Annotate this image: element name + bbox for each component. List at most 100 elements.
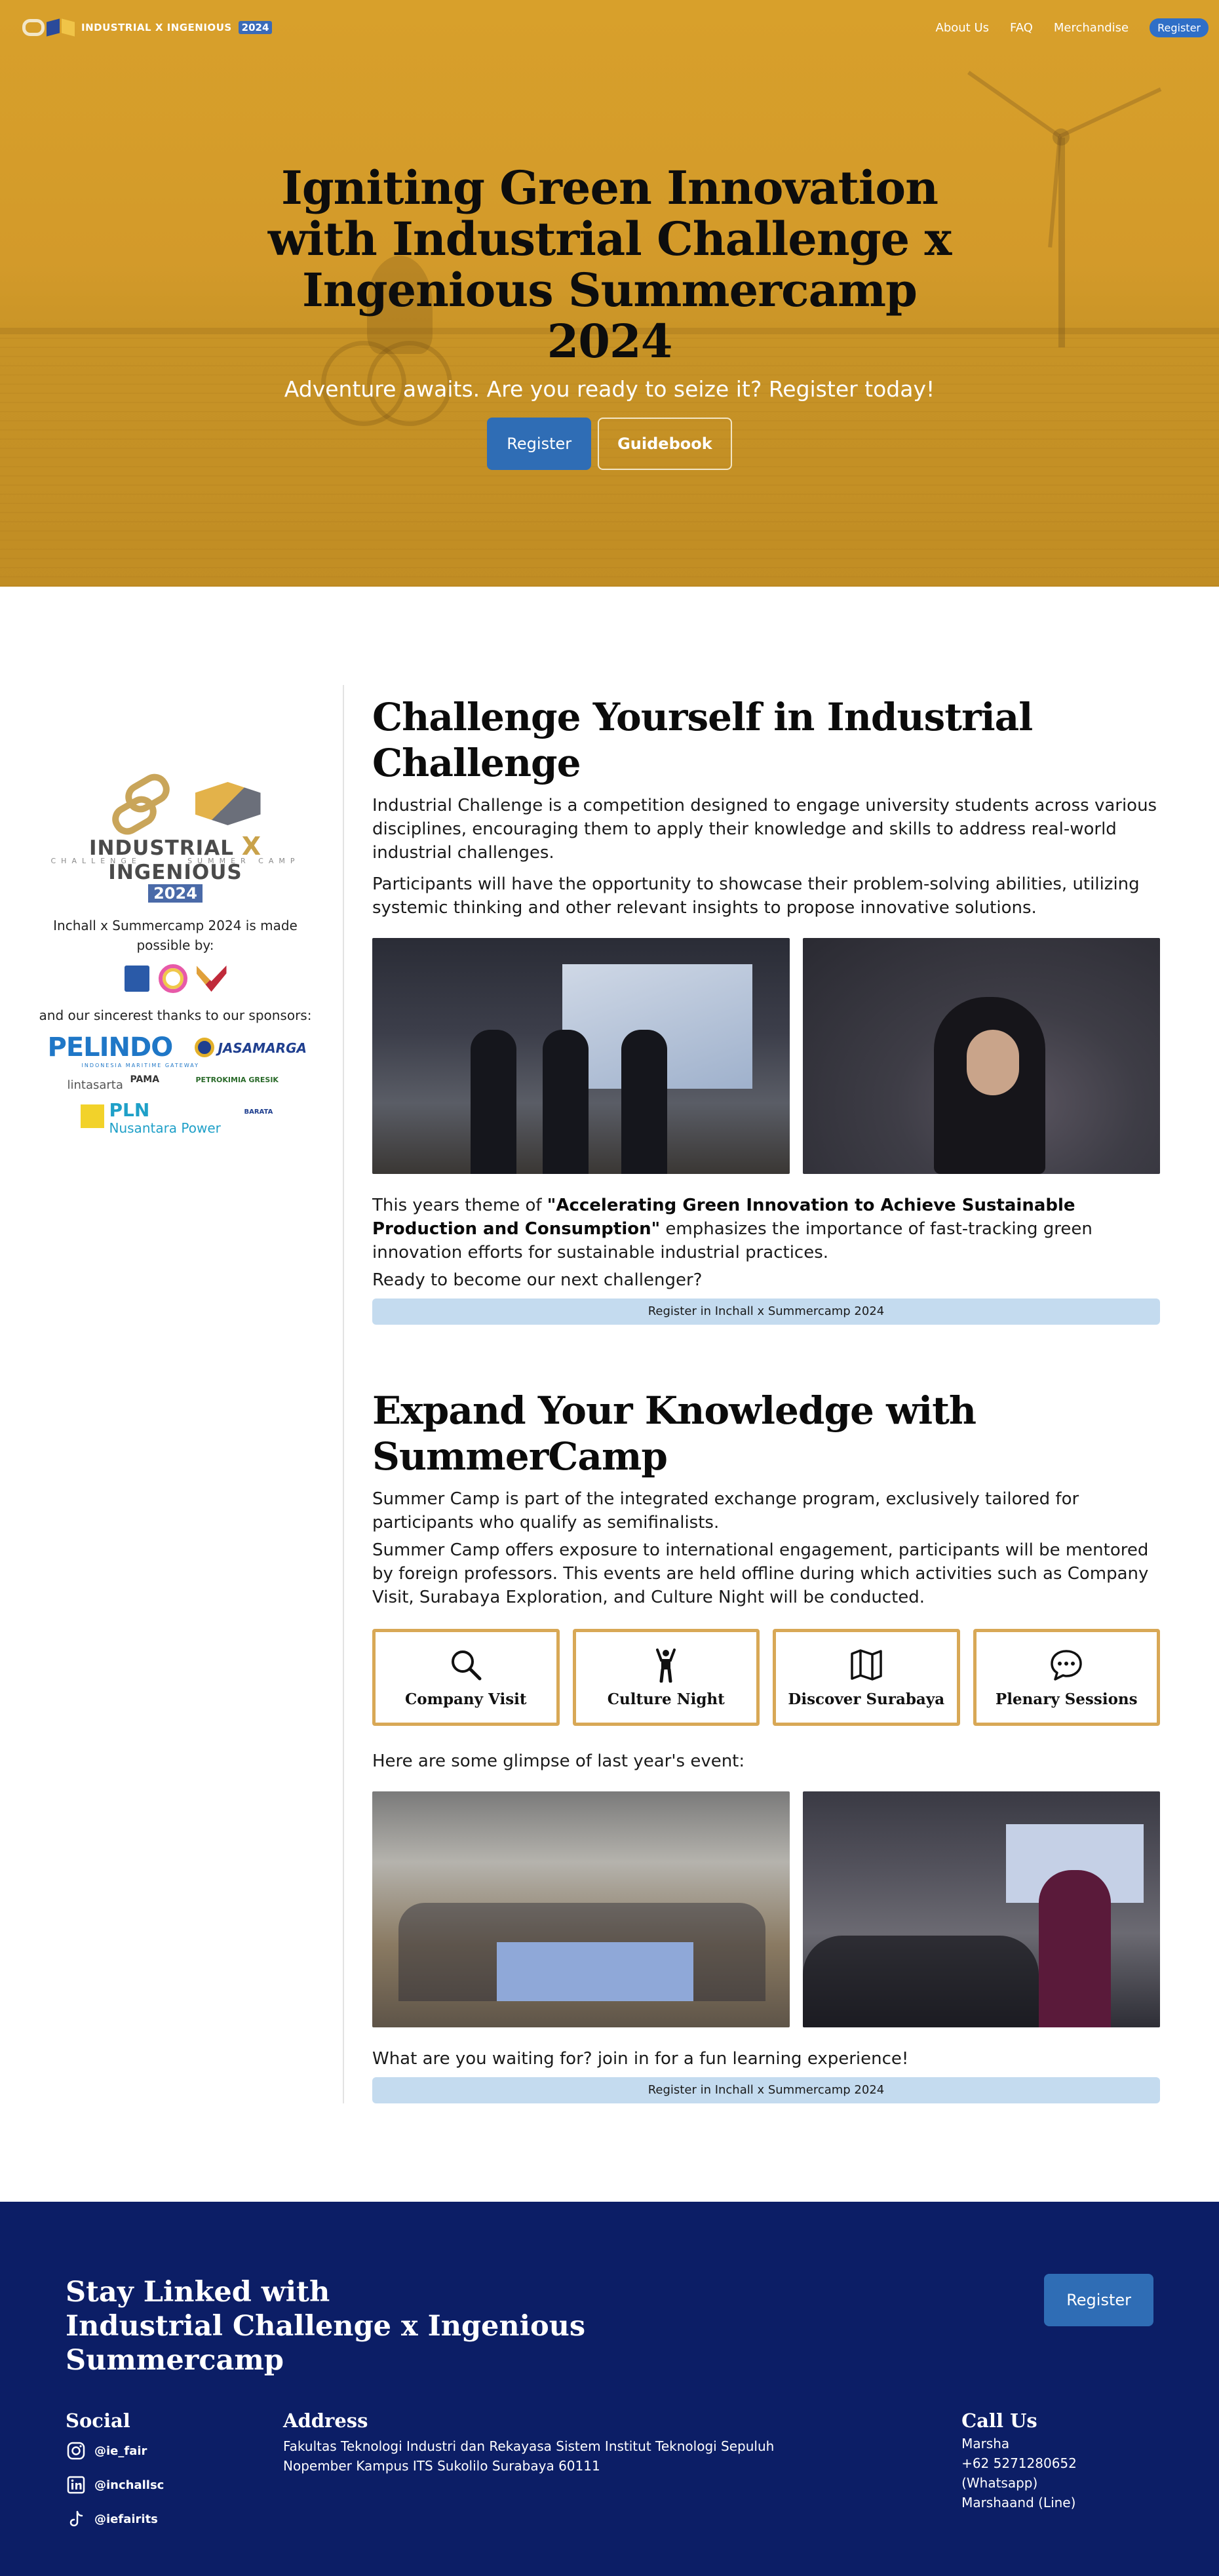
footer-address: Address Fakultas Teknologi Industri dan … [283, 2409, 961, 2529]
pln-logo-icon [80, 1104, 104, 1128]
tiktok-icon [66, 2508, 87, 2529]
footer: Stay Linked with Industrial Challenge x … [0, 2202, 1219, 2576]
hero-buttons: Register Guidebook [0, 418, 1219, 470]
footer-title: Stay Linked with Industrial Challenge x … [66, 2275, 786, 2377]
ie-fair-logo-icon [158, 964, 187, 993]
participant-photo [803, 938, 1160, 1174]
sponsor-nusantara-power: Nusantara Power [109, 1120, 221, 1136]
logo-sub-summercamp: SUMMER CAMP [187, 857, 300, 865]
top-navbar: INDUSTRIAL X INGENIOUS 2024 About Us FAQ… [0, 0, 1219, 55]
sponsor-lintasarta: lintasarta [67, 1078, 123, 1092]
sidebar-inner: INDUSTRIAL X INGENIOUS CHALLENGE SUMMER … [26, 685, 324, 1144]
brand-name: INDUSTRIAL X INGENIOUS [81, 22, 232, 33]
challenge-register-button[interactable]: Register in Inchall x Summercamp 2024 [372, 1298, 1160, 1325]
its-logo-icon [124, 966, 149, 992]
footer-columns: Social @ie_fair @inchallsc @iefairits Ad… [66, 2409, 1153, 2529]
social-tiktok[interactable]: @iefairits [66, 2508, 283, 2529]
footer-call: Call Us Marsha +62 5271280652 (Whatsapp)… [961, 2409, 1153, 2529]
card-discover-surabaya[interactable]: Discover Surabaya [773, 1629, 960, 1726]
card-culture-night[interactable]: Culture Night [572, 1629, 760, 1726]
jasamarga-logo-icon [194, 1038, 214, 1057]
event-logo: INDUSTRIAL X INGENIOUS CHALLENGE SUMMER … [45, 768, 307, 884]
chat-bubble-icon [1049, 1647, 1084, 1683]
nav-link-about-us[interactable]: About Us [936, 21, 990, 35]
sponsor-pln: PLN [109, 1099, 150, 1121]
sponsor-logos: PELINDO INDONESIA MARITIME GATEWAY JASAM… [47, 1032, 307, 1144]
nav-register-button[interactable]: Register [1150, 18, 1209, 37]
hero-title: Igniting Green Innovation with Industria… [267, 161, 952, 368]
card-label: Company Visit [404, 1690, 527, 1708]
hero-subtitle: Adventure awaits. Are you ready to seize… [284, 376, 935, 402]
call-name: Marsha [961, 2436, 1010, 2451]
sponsor-barata: BARATA [244, 1108, 273, 1116]
card-company-visit[interactable]: Company Visit [372, 1629, 560, 1726]
hero-register-button[interactable]: Register [487, 418, 592, 470]
brand[interactable]: INDUSTRIAL X INGENIOUS 2024 [22, 18, 273, 37]
made-possible-text: Inchall x Summercamp 2024 is made possib… [53, 918, 298, 953]
tiktok-handle: @iefairits [94, 2512, 158, 2526]
plenary-session-photo [803, 1791, 1160, 2027]
card-plenary-sessions[interactable]: Plenary Sessions [973, 1629, 1160, 1726]
theme-prefix: This years theme of [372, 1196, 547, 1215]
footer-social: Social @ie_fair @inchallsc @iefairits [66, 2409, 283, 2529]
sponsor-petrokimia: PETROKIMIA GRESIK [195, 1076, 279, 1084]
person-celebrating-icon [648, 1647, 684, 1683]
waiting-text: What are you waiting for? join in for a … [372, 2049, 909, 2069]
linkedin-icon [66, 2474, 87, 2495]
content-column: Challenge Yourself in Industrial Challen… [344, 685, 1219, 2103]
sponsor-pelindo-tagline: INDONESIA MARITIME GATEWAY [81, 1063, 200, 1068]
search-icon [448, 1647, 484, 1683]
logo-subtitle: CHALLENGE SUMMER CAMP [51, 857, 300, 865]
theme-text: This years theme of "Accelerating Green … [372, 1194, 1160, 1264]
company-visit-group-photo [372, 1791, 790, 2027]
footer-title-line-2: Industrial Challenge x Ingenious Summerc… [66, 2310, 586, 2377]
social-linkedin[interactable]: @inchallsc [66, 2474, 283, 2495]
brand-logo-icon [22, 18, 75, 37]
call-heading: Call Us [961, 2410, 1037, 2432]
address-text: Fakultas Teknologi Industri dan Rekayasa… [283, 2438, 775, 2474]
footer-title-line-1: Stay Linked with [66, 2276, 330, 2309]
summercamp-section: Expand Your Knowledge with SummerCamp Su… [372, 1388, 1160, 2103]
instagram-icon [66, 2440, 87, 2461]
challenge-para-1: Industrial Challenge is a competition de… [372, 796, 1157, 863]
nav-link-merchandise[interactable]: Merchandise [1054, 21, 1129, 35]
summercamp-para-1: Summer Camp is part of the integrated ex… [372, 1489, 1079, 1532]
partner-logos [26, 964, 324, 993]
challenge-section: Challenge Yourself in Industrial Challen… [372, 694, 1160, 1325]
hero-section: Igniting Green Innovation with Industria… [0, 0, 1219, 587]
partner-chevron-logo-icon [196, 966, 227, 992]
main-content: INDUSTRIAL X INGENIOUS CHALLENGE SUMMER … [0, 587, 1219, 2202]
turbine-blade [1058, 87, 1162, 138]
guidebook-button[interactable]: Guidebook [598, 418, 732, 470]
social-instagram[interactable]: @ie_fair [66, 2440, 283, 2461]
logo-year: 2024 [148, 884, 203, 903]
turbine-blade [967, 71, 1061, 138]
card-label: Plenary Sessions [995, 1690, 1138, 1708]
sidebar: INDUSTRIAL X INGENIOUS CHALLENGE SUMMER … [0, 685, 344, 2103]
activity-cards: Company Visit Culture Night Discover Sur… [372, 1629, 1160, 1726]
challenge-para-2: Participants will have the opportunity t… [372, 874, 1140, 918]
footer-register-button[interactable]: Register [1044, 2274, 1153, 2326]
nav-links: About Us FAQ Merchandise Register [936, 18, 1209, 37]
sponsor-jasamarga: JASAMARGA [218, 1040, 307, 1056]
sponsor-pama: PAMA [130, 1074, 160, 1085]
challenge-heading: Challenge Yourself in Industrial Challen… [372, 695, 1033, 785]
brand-year: 2024 [238, 21, 273, 34]
instagram-handle: @ie_fair [94, 2444, 147, 2458]
card-label: Discover Surabaya [788, 1690, 945, 1708]
social-heading: Social [66, 2410, 130, 2432]
summercamp-register-button[interactable]: Register in Inchall x Summercamp 2024 [372, 2077, 1160, 2103]
address-heading: Address [283, 2410, 368, 2432]
summercamp-heading: Expand Your Knowledge with SummerCamp [372, 1388, 977, 1479]
presentation-photo [372, 938, 790, 1174]
card-label: Culture Night [607, 1690, 725, 1708]
linkedin-handle: @inchallsc [94, 2478, 164, 2492]
call-whatsapp: +62 5271280652 (Whatsapp) [961, 2455, 1077, 2491]
logo-sub-challenge: CHALLENGE [50, 857, 142, 865]
glimpse-text: Here are some glimpse of last year's eve… [372, 1751, 745, 1771]
logo-cube-icon [195, 782, 261, 825]
nav-link-faq[interactable]: FAQ [1010, 21, 1033, 35]
sponsor-pelindo: PELINDO [47, 1032, 174, 1063]
summercamp-para-2: Summer Camp offers exposure to internati… [372, 1540, 1149, 1607]
ready-text: Ready to become our next challenger? [372, 1270, 703, 1290]
